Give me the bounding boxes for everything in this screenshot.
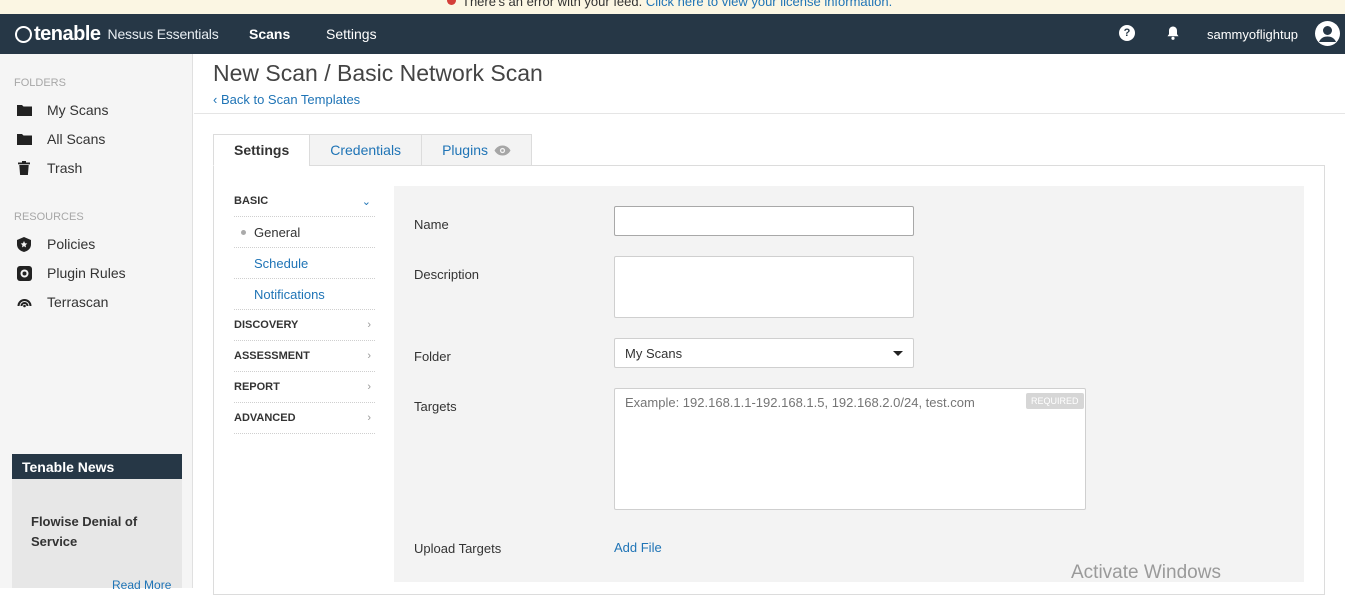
error-icon	[447, 0, 456, 5]
upload-targets-label: Upload Targets	[414, 541, 502, 556]
eye-icon	[494, 145, 511, 156]
nav-scans-link[interactable]: Scans	[249, 26, 290, 42]
sidebar-item-all-scans[interactable]: All Scans	[16, 129, 105, 149]
sidebar-item-label: Policies	[47, 236, 96, 252]
folder-select[interactable]: My Scans	[614, 338, 914, 368]
section-basic[interactable]: BASIC ⌄	[234, 186, 375, 217]
bell-icon[interactable]	[1165, 25, 1181, 41]
folder-icon	[16, 102, 32, 118]
sidebar-item-policies[interactable]: Policies	[16, 234, 95, 254]
news-title: Flowise Denial of Service	[31, 514, 138, 549]
chevron-down-icon: ⌄	[361, 195, 371, 208]
sidebar-item-trash[interactable]: Trash	[16, 158, 82, 178]
section-label: ADVANCED	[234, 412, 296, 424]
username[interactable]: sammyoflightup	[1207, 27, 1298, 42]
header-divider	[194, 113, 1345, 114]
section-item-general[interactable]: General	[234, 217, 375, 248]
sidebar-item-label: My Scans	[47, 102, 109, 118]
logo-ring-icon	[15, 25, 32, 43]
tenable-logo[interactable]: tenable Nessus Essentials	[15, 22, 219, 46]
name-input[interactable]	[614, 206, 914, 236]
chevron-right-icon: ›	[367, 412, 371, 424]
folder-icon	[16, 131, 32, 147]
folder-select-value: My Scans	[625, 345, 683, 361]
description-label: Description	[414, 267, 480, 282]
chevron-right-icon: ›	[367, 381, 371, 393]
required-badge: REQUIRED	[1026, 393, 1084, 409]
terrascan-icon	[16, 294, 32, 310]
folders-heading: FOLDERS	[14, 77, 66, 89]
section-report[interactable]: REPORT ›	[234, 372, 375, 403]
back-to-templates-link[interactable]: ‹ Back to Scan Templates	[213, 92, 360, 107]
logo-brand: tenable	[34, 22, 101, 45]
section-nav: BASIC ⌄ General Schedule Notifications D…	[234, 186, 375, 434]
section-label: REPORT	[234, 381, 280, 393]
tab-plugins-label: Plugins	[442, 142, 488, 158]
folder-label: Folder	[414, 349, 451, 364]
help-icon[interactable]: ?	[1119, 25, 1135, 41]
description-textarea[interactable]	[614, 256, 914, 318]
news-heading: Tenable News	[12, 454, 182, 479]
read-more-link[interactable]: Read More	[112, 578, 171, 592]
sidebar-item-label: All Scans	[47, 131, 106, 147]
resources-heading: RESOURCES	[14, 211, 84, 223]
avatar[interactable]	[1315, 21, 1340, 46]
targets-textarea[interactable]	[614, 388, 1086, 510]
tab-settings[interactable]: Settings	[213, 134, 311, 166]
logo-product: Nessus Essentials	[107, 26, 219, 42]
top-navbar: tenable Nessus Essentials Scans Settings…	[0, 14, 1345, 54]
section-advanced[interactable]: ADVANCED ›	[234, 403, 375, 434]
trash-icon	[16, 160, 32, 176]
sidebar-item-plugin-rules[interactable]: Plugin Rules	[16, 263, 126, 283]
section-label: BASIC	[234, 195, 269, 207]
sidebar-item-terrascan[interactable]: Terrascan	[16, 292, 108, 312]
sidebar: FOLDERS My Scans All Scans Trash RESOURC…	[0, 54, 193, 592]
tab-credentials[interactable]: Credentials	[309, 134, 423, 166]
back-link-label: Back to Scan Templates	[220, 92, 361, 107]
activate-windows-watermark: Activate Windows	[1071, 562, 1221, 583]
caret-down-icon	[893, 350, 903, 356]
scan-tabs: Settings Credentials Plugins	[213, 134, 532, 166]
license-info-link[interactable]: Click here to view your license informat…	[646, 0, 892, 9]
section-label: DISCOVERY	[234, 319, 299, 331]
section-item-notifications[interactable]: Notifications	[234, 279, 375, 310]
banner-text: There's an error with your feed.	[462, 0, 643, 9]
nav-settings-link[interactable]: Settings	[326, 26, 377, 42]
section-discovery[interactable]: DISCOVERY ›	[234, 310, 375, 341]
plugin-rules-icon	[16, 265, 32, 281]
shield-icon	[16, 236, 32, 252]
feed-error-banner: There's an error with your feed. Click h…	[0, 0, 1345, 14]
tab-plugins[interactable]: Plugins	[421, 134, 532, 166]
name-label: Name	[414, 217, 449, 232]
add-file-link[interactable]: Add File	[614, 540, 662, 555]
tenable-news-widget: Tenable News Flowise Denial of Service R…	[12, 454, 182, 592]
chevron-right-icon: ›	[367, 319, 371, 331]
section-label: ASSESSMENT	[234, 350, 310, 362]
section-item-schedule[interactable]: Schedule	[234, 248, 375, 279]
sidebar-item-label: Terrascan	[47, 294, 109, 310]
general-settings-form: Name Description Folder My Scans Targets…	[394, 186, 1304, 582]
targets-label: Targets	[414, 399, 457, 414]
section-assessment[interactable]: ASSESSMENT ›	[234, 341, 375, 372]
chevron-right-icon: ›	[367, 350, 371, 362]
sidebar-item-my-scans[interactable]: My Scans	[16, 100, 108, 120]
chevron-left-icon: ‹	[213, 92, 221, 107]
sidebar-item-label: Trash	[47, 160, 83, 176]
page-title: New Scan / Basic Network Scan	[213, 60, 543, 86]
sidebar-item-label: Plugin Rules	[47, 265, 126, 281]
